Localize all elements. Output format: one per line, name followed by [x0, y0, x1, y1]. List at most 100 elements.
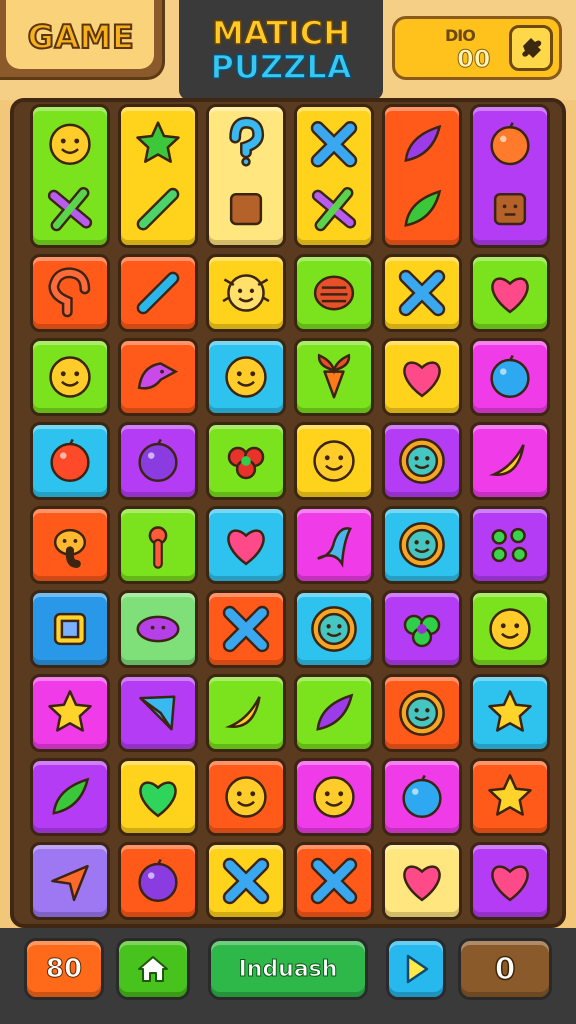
tile-r6-c5[interactable]	[382, 674, 462, 752]
bug-face-icon	[222, 274, 270, 312]
tile-r8-c3[interactable]	[206, 842, 286, 920]
carrot-icon	[317, 353, 351, 399]
sun-face-icon	[311, 606, 357, 652]
tile-r7-c4[interactable]	[294, 758, 374, 836]
clover-icon	[403, 614, 441, 648]
tile-r5-c2[interactable]	[118, 590, 198, 668]
orange-fruit-icon	[490, 122, 530, 226]
smiley-icon	[489, 608, 531, 650]
moves-button[interactable]: 80	[24, 938, 104, 1000]
banana-icon	[488, 444, 525, 476]
tile-r1-c4[interactable]	[294, 254, 374, 332]
plum-icon	[138, 858, 178, 902]
tile-r3-c4[interactable]	[294, 422, 374, 500]
tall-tile-2[interactable]	[118, 104, 198, 248]
ghost-icon	[317, 527, 353, 568]
star-icon	[488, 774, 532, 816]
tile-r4-c3[interactable]	[206, 506, 286, 584]
game-button-label: GAME	[27, 17, 135, 57]
tile-r3-c5[interactable]	[382, 422, 462, 500]
title-panel: MATICH PUZZLA	[179, 0, 383, 100]
tile-r3-c6[interactable]	[470, 422, 550, 500]
sun-face-icon	[399, 690, 445, 736]
tile-r5-c1[interactable]	[30, 590, 110, 668]
tile-r2-c2[interactable]	[118, 338, 198, 416]
tile-r4-c5[interactable]	[382, 506, 462, 584]
counter-label: 0	[494, 951, 516, 988]
play-button[interactable]	[386, 938, 446, 1000]
counter-button[interactable]: 0	[458, 938, 552, 1000]
tile-r1-c2[interactable]	[118, 254, 198, 332]
home-icon	[138, 956, 168, 982]
blue-ball-icon	[490, 354, 530, 398]
smiley-icon	[313, 440, 355, 482]
tall-tile-6[interactable]	[470, 104, 550, 248]
tile-r6-c4[interactable]	[294, 674, 374, 752]
tile-r2-c4[interactable]	[294, 338, 374, 416]
tile-r5-c5[interactable]	[382, 590, 462, 668]
home-button[interactable]	[116, 938, 190, 1000]
tile-r8-c2[interactable]	[118, 842, 198, 920]
star-splat-icon	[136, 121, 180, 231]
tile-r6-c2[interactable]	[118, 674, 198, 752]
x-mark-icon	[222, 857, 270, 905]
tile-r7-c6[interactable]	[470, 758, 550, 836]
tile-r7-c3[interactable]	[206, 758, 286, 836]
tile-r4-c6[interactable]	[470, 506, 550, 584]
tile-r3-c2[interactable]	[118, 422, 198, 500]
tile-r7-c5[interactable]	[382, 758, 462, 836]
tile-r1-c5[interactable]	[382, 254, 462, 332]
tile-r4-c4[interactable]	[294, 506, 374, 584]
tile-r2-c5[interactable]	[382, 338, 462, 416]
banana-icon	[224, 696, 261, 728]
tile-r3-c1[interactable]	[30, 422, 110, 500]
moves-label: 80	[45, 954, 83, 985]
tall-tile-3[interactable]	[206, 104, 286, 248]
tile-r1-c6[interactable]	[470, 254, 550, 332]
main-action-label: Induash	[238, 956, 338, 982]
heart-icon	[491, 865, 529, 902]
heart-icon	[491, 277, 529, 314]
frame-icon	[53, 612, 87, 646]
tile-r6-c3[interactable]	[206, 674, 286, 752]
tile-r3-c3[interactable]	[206, 422, 286, 500]
play-icon	[406, 954, 429, 984]
tile-r2-c3[interactable]	[206, 338, 286, 416]
heart-icon	[403, 361, 441, 398]
score-label: DIO	[445, 26, 476, 45]
puzzle-piece-button[interactable]	[509, 25, 553, 71]
tile-r2-c1[interactable]	[30, 338, 110, 416]
tile-r1-c3[interactable]	[206, 254, 286, 332]
puzzle-piece-icon	[522, 38, 542, 58]
tile-r7-c2[interactable]	[118, 758, 198, 836]
game-menu-button[interactable]: GAME	[0, 0, 165, 80]
red-splat-icon	[227, 446, 265, 480]
tall-tile-1[interactable]	[30, 104, 110, 248]
tile-r4-c1[interactable]	[30, 506, 110, 584]
bottom-bar: 80 Induash 0	[0, 928, 576, 1024]
tile-r8-c6[interactable]	[470, 842, 550, 920]
tile-r8-c5[interactable]	[382, 842, 462, 920]
x-mark-icon	[222, 605, 270, 653]
smiley-creature-icon	[47, 123, 93, 232]
main-action-button[interactable]: Induash	[208, 938, 368, 1000]
tile-r4-c2[interactable]	[118, 506, 198, 584]
tile-r6-c1[interactable]	[30, 674, 110, 752]
tall-tile-5[interactable]	[382, 104, 462, 248]
tile-r8-c1[interactable]	[30, 842, 110, 920]
tile-r6-c6[interactable]	[470, 674, 550, 752]
x-mark-icon	[310, 857, 358, 905]
question-mark-icon	[229, 116, 265, 226]
smiley-icon	[313, 776, 355, 818]
x-mark-icon	[398, 269, 446, 317]
score-box: DIO 00	[392, 16, 562, 80]
tile-r5-c3[interactable]	[206, 590, 286, 668]
tile-r8-c4[interactable]	[294, 842, 374, 920]
tile-r5-c6[interactable]	[470, 590, 550, 668]
tile-r5-c4[interactable]	[294, 590, 374, 668]
tile-r7-c1[interactable]	[30, 758, 110, 836]
tall-tile-4[interactable]	[294, 104, 374, 248]
tile-r1-c1[interactable]	[30, 254, 110, 332]
gem-icon	[139, 695, 176, 731]
tile-r2-c6[interactable]	[470, 338, 550, 416]
